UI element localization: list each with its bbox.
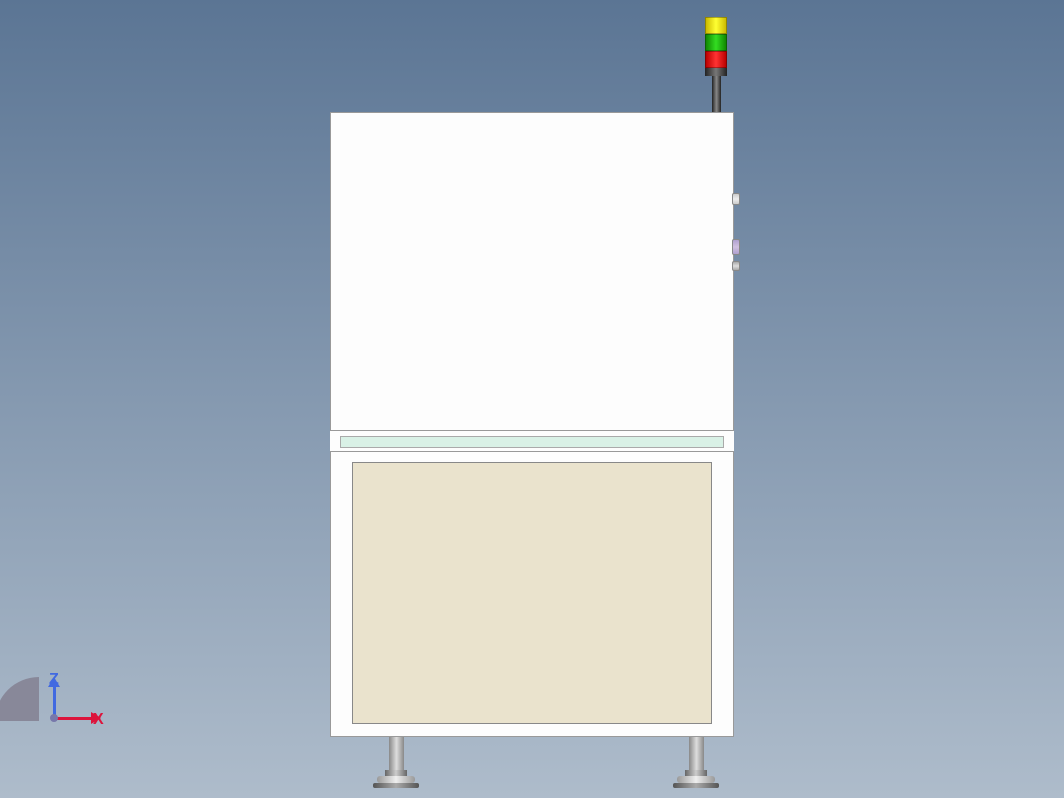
foot-disc-upper xyxy=(377,776,415,783)
x-axis-line xyxy=(53,717,93,720)
signal-tower xyxy=(705,17,727,112)
z-axis-label: Z xyxy=(49,671,59,689)
leveling-foot-right xyxy=(673,737,719,788)
signal-light-green xyxy=(705,34,727,51)
foot-disc-lower xyxy=(373,783,419,788)
axis-origin-point xyxy=(50,714,58,722)
side-control-knob-2 xyxy=(732,239,740,255)
side-control-knob-1 xyxy=(732,193,740,205)
signal-light-red xyxy=(705,51,727,68)
machine-assembly xyxy=(330,112,734,777)
signal-light-yellow xyxy=(705,17,727,34)
upper-cabinet xyxy=(330,112,734,431)
foot-rod xyxy=(689,737,704,771)
leveling-foot-left xyxy=(373,737,419,788)
foot-disc-lower xyxy=(673,783,719,788)
lower-access-panel xyxy=(352,462,712,724)
side-control-knob-3 xyxy=(732,261,740,271)
work-surface-strip xyxy=(340,436,724,448)
axis-arc-background xyxy=(0,677,39,721)
signal-tower-pole xyxy=(712,76,721,112)
foot-rod xyxy=(389,737,404,771)
foot-disc-upper xyxy=(677,776,715,783)
signal-tower-base xyxy=(705,68,727,76)
coordinate-axis-indicator: Z X xyxy=(37,675,117,755)
x-axis-label: X xyxy=(93,711,104,729)
